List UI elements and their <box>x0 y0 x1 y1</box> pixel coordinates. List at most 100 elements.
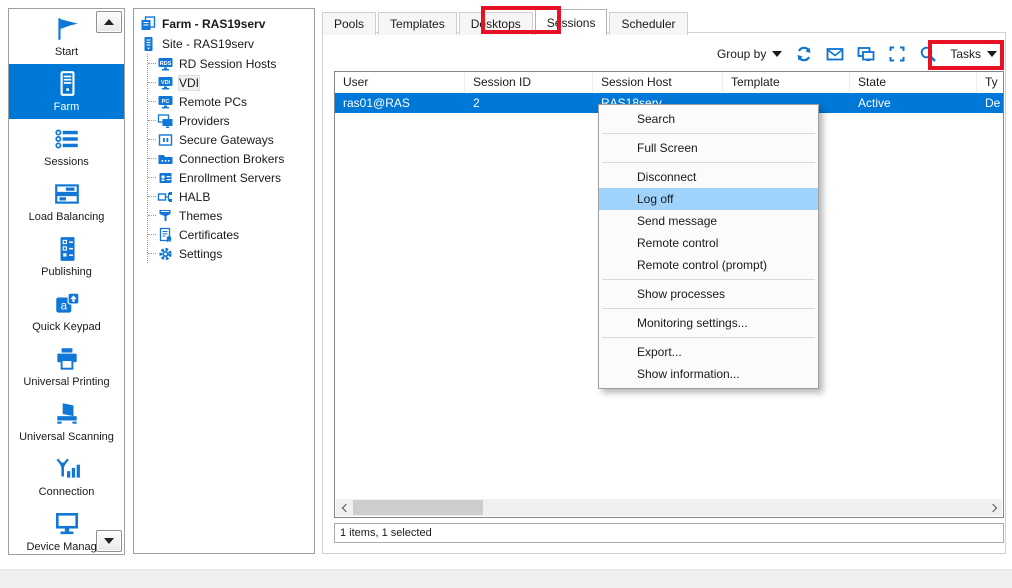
column-header-type[interactable]: Ty <box>977 72 1004 93</box>
menu-item-full-screen[interactable]: Full Screen <box>599 137 818 159</box>
vdi-icon: VDI <box>157 75 174 91</box>
menu-item-remote-control[interactable]: Remote control <box>599 232 818 254</box>
sidebar-item-publishing[interactable]: Publishing <box>9 229 124 284</box>
tree-item-vdi[interactable]: VDI VDI <box>148 73 312 92</box>
tree-item-enrollment-servers[interactable]: Enrollment Servers <box>148 168 312 187</box>
certificate-icon <box>157 227 174 243</box>
svg-text:a: a <box>60 298 67 312</box>
sidebar-item-farm[interactable]: Farm <box>9 64 124 119</box>
menu-item-remote-control-prompt[interactable]: Remote control (prompt) <box>599 254 818 276</box>
tab-desktops[interactable]: Desktops <box>459 12 533 35</box>
tree-connector <box>148 196 156 197</box>
tree-connector <box>148 158 156 159</box>
menu-item-send-message[interactable]: Send message <box>599 210 818 232</box>
session-context-menu: Search Full Screen Disconnect Log off Se… <box>598 104 819 389</box>
tree-item-secure-gateways[interactable]: Secure Gateways <box>148 130 312 149</box>
cell-session-id: 2 <box>465 93 593 113</box>
tree-connector <box>148 101 156 102</box>
sidebar-item-sessions[interactable]: Sessions <box>9 119 124 174</box>
tab-pools[interactable]: Pools <box>322 12 376 35</box>
gateway-icon <box>157 132 174 148</box>
tree-item-themes[interactable]: Themes <box>148 206 312 225</box>
column-header-session-id[interactable]: Session ID <box>465 72 593 93</box>
sidebar-scroll-down-button[interactable] <box>96 530 122 552</box>
scroll-right-button[interactable] <box>985 499 1002 516</box>
tab-scheduler[interactable]: Scheduler <box>609 12 687 35</box>
farm-root-icon <box>140 16 157 32</box>
scroll-left-button[interactable] <box>336 499 353 516</box>
refresh-icon[interactable] <box>795 45 813 63</box>
group-by-label: Group by <box>717 47 766 61</box>
menu-separator <box>602 337 815 338</box>
remote-control-icon[interactable] <box>857 45 875 63</box>
tree-connector <box>148 82 156 83</box>
cell-type: De <box>977 93 1004 113</box>
message-icon[interactable] <box>826 45 844 63</box>
tree-item-label: Secure Gateways <box>179 133 274 147</box>
sidebar-item-universal-printing[interactable]: Universal Printing <box>9 339 124 394</box>
tasks-dropdown[interactable]: Tasks <box>950 47 997 61</box>
sidebar: Start Farm Sessions Load Balanci <box>8 8 125 555</box>
sidebar-item-load-balancing[interactable]: Load Balancing <box>9 174 124 229</box>
tree-item-rd-session-hosts[interactable]: RDS RD Session Hosts <box>148 54 312 73</box>
tree-item-connection-brokers[interactable]: Connection Brokers <box>148 149 312 168</box>
sidebar-scroll-up-button[interactable] <box>96 11 122 33</box>
table-header: User Session ID Session Host Template St… <box>335 72 1003 93</box>
providers-icon <box>157 113 174 129</box>
sidebar-item-connection[interactable]: Connection <box>9 449 124 504</box>
flag-icon <box>53 15 81 43</box>
server-icon <box>53 70 81 98</box>
full-screen-icon[interactable] <box>888 45 906 63</box>
printer-icon <box>53 345 81 373</box>
tree-connector <box>148 63 156 64</box>
menu-separator <box>602 308 815 309</box>
column-header-state[interactable]: State <box>850 72 977 93</box>
tree-item-site[interactable]: Site - RAS19serv <box>140 34 312 54</box>
menu-separator <box>602 162 815 163</box>
tree-item-label: Enrollment Servers <box>179 171 281 185</box>
menu-item-disconnect[interactable]: Disconnect <box>599 166 818 188</box>
enrollment-icon <box>157 170 174 186</box>
tree-item-remote-pcs[interactable]: PC Remote PCs <box>148 92 312 111</box>
menu-item-search[interactable]: Search <box>599 108 818 130</box>
svg-text:PC: PC <box>162 99 170 105</box>
tree-item-certificates[interactable]: Certificates <box>148 225 312 244</box>
column-header-session-host[interactable]: Session Host <box>593 72 723 93</box>
menu-item-show-processes[interactable]: Show processes <box>599 283 818 305</box>
tab-templates[interactable]: Templates <box>378 12 457 35</box>
sidebar-item-universal-scanning[interactable]: Universal Scanning <box>9 394 124 449</box>
scrollbar-thumb[interactable] <box>353 500 483 515</box>
sidebar-item-quick-keypad[interactable]: a Quick Keypad <box>9 284 124 339</box>
svg-text:VDI: VDI <box>161 80 171 86</box>
tree-item-label: HALB <box>179 190 210 204</box>
search-icon[interactable] <box>919 45 937 63</box>
tree-item-halb[interactable]: HALB <box>148 187 312 206</box>
tab-sessions[interactable]: Sessions <box>535 9 608 35</box>
menu-item-monitoring-settings[interactable]: Monitoring settings... <box>599 312 818 334</box>
horizontal-scrollbar[interactable] <box>336 499 1002 516</box>
chevron-right-icon <box>988 503 996 511</box>
navigation-tree: Farm - RAS19serv Site - RAS19serv RDS RD… <box>133 8 315 554</box>
tree-item-providers[interactable]: Providers <box>148 111 312 130</box>
menu-item-show-information[interactable]: Show information... <box>599 363 818 385</box>
scroll-down-icon <box>104 538 114 544</box>
menu-item-export[interactable]: Export... <box>599 341 818 363</box>
site-icon <box>140 36 157 52</box>
tree-item-farm-root[interactable]: Farm - RAS19serv <box>140 14 312 34</box>
tree-connector <box>148 120 156 121</box>
menu-item-log-off[interactable]: Log off <box>599 188 818 210</box>
group-by-dropdown[interactable]: Group by <box>717 47 782 61</box>
tree-connector <box>148 253 156 254</box>
monitor-icon <box>53 510 81 538</box>
chevron-left-icon <box>341 503 349 511</box>
menu-separator <box>602 279 815 280</box>
status-text: 1 items, 1 selected <box>340 527 432 539</box>
broker-folder-icon <box>157 151 174 167</box>
column-header-template[interactable]: Template <box>723 72 850 93</box>
sidebar-item-label: Device Manager <box>26 541 106 553</box>
tree-item-settings[interactable]: Settings <box>148 244 312 263</box>
column-header-user[interactable]: User <box>335 72 465 93</box>
tab-strip: Pools Templates Desktops Sessions Schedu… <box>322 9 690 35</box>
cell-user: ras01@RAS <box>335 93 465 113</box>
tree-item-label: Certificates <box>179 228 239 242</box>
